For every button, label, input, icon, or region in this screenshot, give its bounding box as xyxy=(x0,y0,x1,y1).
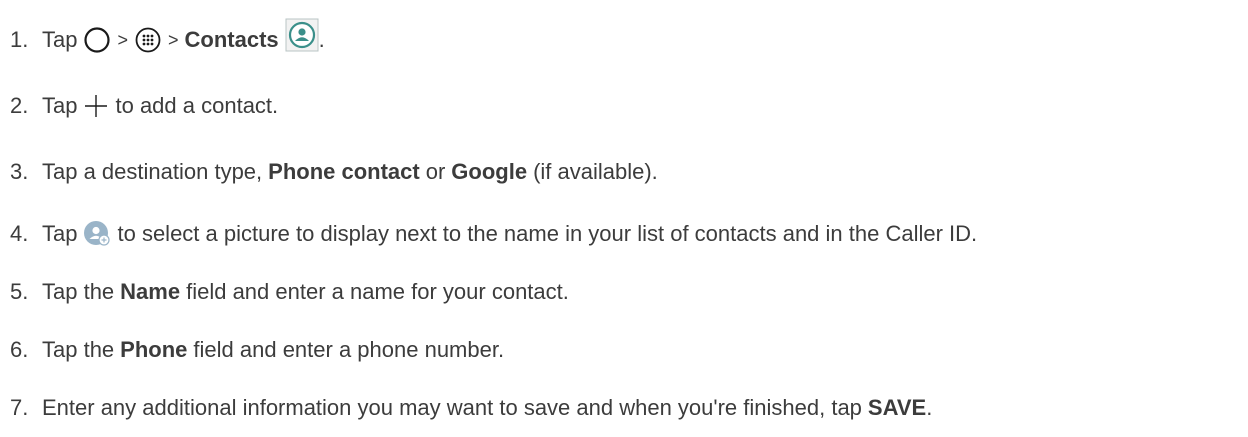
option-google: Google xyxy=(451,159,528,184)
step-text: Enter any additional information you may… xyxy=(42,395,862,420)
step-number: 5. xyxy=(10,279,29,304)
step-2: 2. Tap to add a contact. xyxy=(10,84,278,128)
save-label: SAVE xyxy=(867,395,927,420)
step-text: field and enter a phone number. xyxy=(193,337,505,362)
step-number: 7. xyxy=(10,395,29,420)
step-1: 1. Tap > > Contacts . xyxy=(10,18,325,62)
separator: > xyxy=(168,29,179,50)
step-text: Tap xyxy=(42,93,78,118)
period: . xyxy=(926,395,933,420)
step-text: Tap the xyxy=(42,279,115,304)
step-6: 6. Tap the Phone field and enter a phone… xyxy=(10,328,504,372)
step-number: 1. xyxy=(10,27,29,52)
separator: > xyxy=(117,29,128,50)
step-4: 4. Tap to select a picture to display ne… xyxy=(10,212,977,256)
step-number: 4. xyxy=(10,221,29,246)
step-text: Tap xyxy=(42,27,78,52)
apps-icon xyxy=(134,26,162,54)
step-text: Tap a destination type, xyxy=(42,159,263,184)
step-text: field and enter a name for your contact. xyxy=(186,279,569,304)
step-3: 3. Tap a destination type, Phone contact… xyxy=(10,150,658,194)
home-icon xyxy=(83,26,111,54)
step-number: 2. xyxy=(10,93,29,118)
step-text: to add a contact. xyxy=(115,93,279,118)
step-text: to select a picture to display next to t… xyxy=(117,221,978,246)
period: . xyxy=(318,27,325,52)
contact-photo-icon xyxy=(83,220,111,248)
field-phone-label: Phone xyxy=(120,337,188,362)
field-name-label: Name xyxy=(120,279,181,304)
step-7: 7. Enter any additional information you … xyxy=(10,386,932,430)
step-text: Tap the xyxy=(42,337,115,362)
step-number: 6. xyxy=(10,337,29,362)
app-name: Contacts xyxy=(184,27,279,52)
contacts-app-icon xyxy=(285,18,319,52)
option-phone-contact: Phone contact xyxy=(268,159,420,184)
step-number: 3. xyxy=(10,159,29,184)
step-5: 5. Tap the Name field and enter a name f… xyxy=(10,270,569,314)
step-text: (if available). xyxy=(533,159,658,184)
step-text: Tap xyxy=(42,221,78,246)
step-text: or xyxy=(425,159,446,184)
add-icon xyxy=(83,93,109,119)
